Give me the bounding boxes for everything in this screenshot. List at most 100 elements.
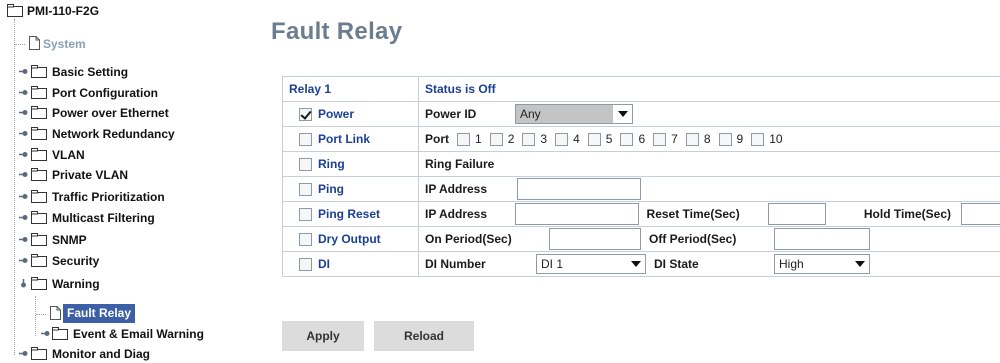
ping-reset-label: Ping Reset	[318, 207, 380, 221]
reload-button[interactable]: Reload	[374, 321, 474, 351]
ring-label: Ring	[318, 157, 345, 171]
apply-button[interactable]: Apply	[282, 321, 364, 351]
tree-item-fault-relay[interactable]: Fault Relay	[63, 304, 135, 323]
port-checkbox[interactable]	[751, 133, 764, 146]
folder-icon	[31, 127, 48, 140]
power-label: Power	[318, 107, 354, 121]
table-row: Power Power ID Any	[283, 102, 1000, 127]
tree-item-label: Private VLAN	[52, 168, 128, 182]
port-checkbox[interactable]	[588, 133, 601, 146]
power-id-value: Any	[520, 107, 541, 121]
tree-root[interactable]: PMI-110-F2G	[27, 2, 99, 20]
port-checkbox[interactable]	[653, 133, 666, 146]
port-link-label: Port Link	[318, 132, 370, 146]
expand-icon[interactable]	[19, 129, 28, 138]
port-option[interactable]: 1	[457, 132, 482, 146]
power-checkbox[interactable]	[299, 108, 312, 121]
page-icon	[29, 36, 40, 50]
tree-item-label: Fault Relay	[67, 306, 131, 320]
hold-time-input[interactable]	[961, 203, 1000, 225]
tree-item-event-email-warning[interactable]: Event & Email Warning	[73, 325, 204, 343]
tree-item-vlan[interactable]: VLAN	[52, 146, 85, 164]
port-link-checkbox[interactable]	[299, 133, 312, 146]
tree-item-warning[interactable]: Warning	[52, 275, 100, 293]
tree-item-label: Power over Ethernet	[52, 106, 169, 120]
di-state-select[interactable]: High	[774, 254, 870, 274]
tree-item-label: Security	[52, 254, 99, 268]
ping-reset-ip-input[interactable]	[515, 203, 639, 225]
tree-item-traffic-prioritization[interactable]: Traffic Prioritization	[52, 188, 165, 206]
tree-item-security[interactable]: Security	[52, 252, 99, 270]
page-title: Fault Relay	[271, 18, 402, 46]
expand-icon[interactable]	[19, 170, 28, 179]
di-number-select[interactable]: DI 1	[536, 254, 646, 274]
di-checkbox[interactable]	[299, 258, 312, 271]
tree-item-power-over-ethernet[interactable]: Power over Ethernet	[52, 104, 169, 122]
table-row: DI DI Number DI 1 DI State High	[283, 252, 1000, 277]
port-checkbox[interactable]	[457, 133, 470, 146]
port-option[interactable]: 3	[522, 132, 547, 146]
port-option[interactable]: 4	[555, 132, 580, 146]
port-option[interactable]: 2	[490, 132, 515, 146]
table-row: Ping IP Address	[283, 177, 1000, 202]
port-option[interactable]: 5	[588, 132, 613, 146]
tree-item-network-redundancy[interactable]: Network Redundancy	[52, 125, 175, 143]
tree-item-multicast-filtering[interactable]: Multicast Filtering	[52, 209, 155, 227]
folder-icon	[7, 4, 24, 17]
port-label: Port	[425, 132, 457, 146]
tree-connector	[35, 296, 36, 336]
folder-icon	[31, 254, 48, 267]
port-option[interactable]: 9	[719, 132, 744, 146]
tree-item-system[interactable]: System	[43, 35, 86, 53]
on-period-label: On Period(Sec)	[425, 232, 549, 246]
port-number: 2	[508, 132, 515, 146]
ring-checkbox[interactable]	[299, 158, 312, 171]
dry-output-label: Dry Output	[318, 232, 381, 246]
ping-checkbox[interactable]	[299, 183, 312, 196]
expand-icon[interactable]	[19, 235, 28, 244]
expand-icon[interactable]	[41, 329, 50, 338]
expand-icon[interactable]	[19, 67, 28, 76]
tree-item-label: Network Redundancy	[52, 127, 175, 141]
port-checkbox[interactable]	[719, 133, 732, 146]
tree-item-snmp[interactable]: SNMP	[52, 231, 87, 249]
expand-icon[interactable]	[19, 108, 28, 117]
port-checkbox[interactable]	[490, 133, 503, 146]
ping-reset-checkbox[interactable]	[299, 208, 312, 221]
folder-icon	[31, 106, 48, 119]
tree-item-port-configuration[interactable]: Port Configuration	[52, 84, 158, 102]
expand-icon[interactable]	[19, 213, 28, 222]
expand-icon[interactable]	[19, 192, 28, 201]
tree-item-label: System	[43, 37, 86, 51]
port-option[interactable]: 8	[686, 132, 711, 146]
port-option[interactable]: 10	[751, 132, 782, 146]
tree-item-label: VLAN	[52, 148, 85, 162]
folder-icon	[31, 190, 48, 203]
port-number: 4	[573, 132, 580, 146]
expand-icon[interactable]	[19, 150, 28, 159]
on-period-input[interactable]	[549, 228, 641, 250]
tree-item-monitor-and-diag[interactable]: Monitor and Diag	[52, 345, 150, 363]
port-checkbox[interactable]	[522, 133, 535, 146]
expand-icon[interactable]	[19, 349, 28, 358]
port-checkbox[interactable]	[555, 133, 568, 146]
port-checkbox[interactable]	[620, 133, 633, 146]
tree-item-private-vlan[interactable]: Private VLAN	[52, 166, 128, 184]
ping-ip-input[interactable]	[517, 178, 641, 200]
reset-time-label: Reset Time(Sec)	[639, 207, 769, 221]
off-period-input[interactable]	[774, 228, 870, 250]
power-id-select[interactable]: Any	[515, 104, 633, 124]
collapse-icon[interactable]	[19, 279, 28, 288]
folder-icon	[31, 86, 48, 99]
port-option[interactable]: 6	[620, 132, 645, 146]
table-row: Ring Ring Failure	[283, 152, 1000, 177]
port-option[interactable]: 7	[653, 132, 678, 146]
expand-icon[interactable]	[19, 88, 28, 97]
tree-item-basic-setting[interactable]: Basic Setting	[52, 63, 128, 81]
reset-time-input[interactable]	[768, 203, 826, 225]
port-checkbox[interactable]	[686, 133, 699, 146]
chevron-down-icon	[850, 255, 869, 273]
ping-label: Ping	[318, 182, 344, 196]
expand-icon[interactable]	[19, 256, 28, 265]
dry-output-checkbox[interactable]	[299, 233, 312, 246]
